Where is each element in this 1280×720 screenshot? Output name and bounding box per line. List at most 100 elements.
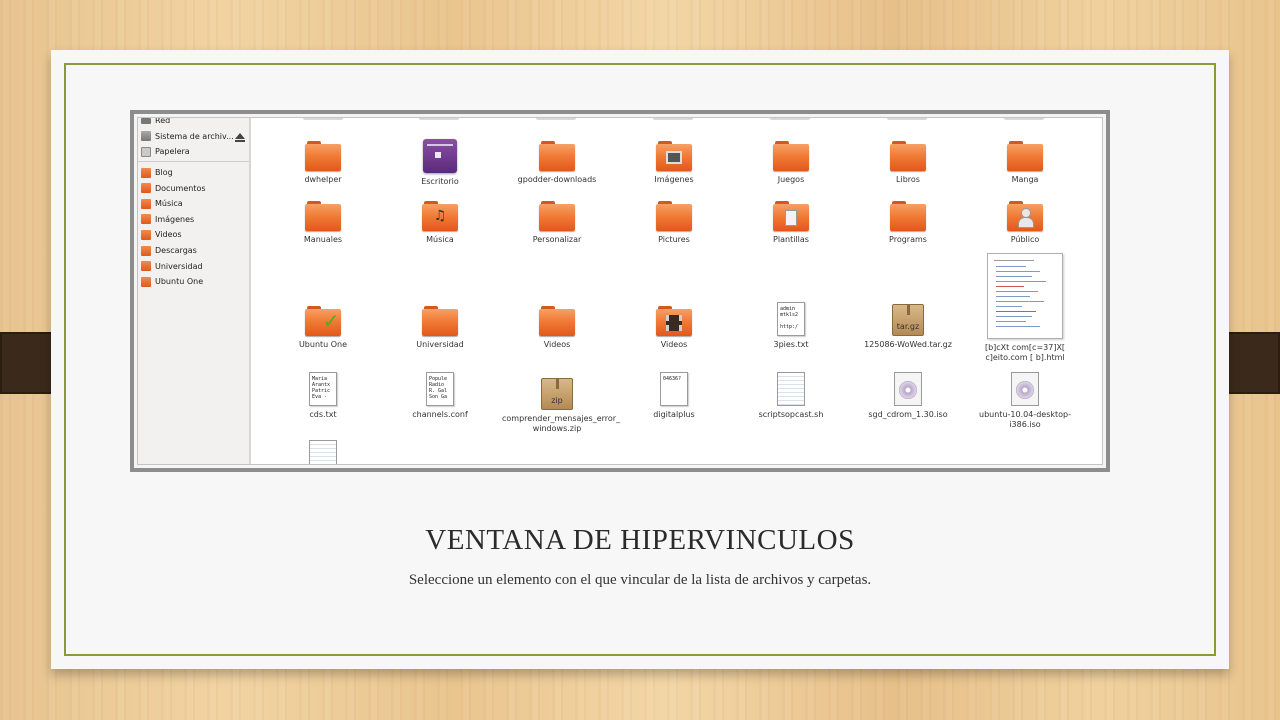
file-item[interactable]: Universidad [385,306,495,350]
file-item[interactable]: Escritorio [385,139,495,187]
folder-icon [656,201,692,231]
text-file-icon: 04636? [660,372,688,406]
file-icon-view: dwhelper Escritorio gpodder-downloads Im… [253,118,1102,464]
file-label: Libros [896,175,920,184]
file-item[interactable]: Maria Arantx Patric Eva - cds.txt [268,372,378,420]
sidebar-item-imagenes[interactable]: Imágenes [138,212,249,228]
sidebar-item-universidad[interactable]: Universidad [138,258,249,274]
text-file-icon: admin mtkls2 http:/ [777,302,805,336]
file-label: Imágenes [654,175,694,184]
file-label: Programs [889,235,927,244]
file-item[interactable]: tar.gz 125086-WoWed.tar.gz [853,304,963,350]
file-item[interactable]: dwhelper [268,141,378,185]
file-label: 125086-WoWed.tar.gz [864,340,952,349]
file-item[interactable]: ✓ Ubuntu One [268,306,378,350]
folder-icon [141,261,151,272]
file-item[interactable]: Videos [619,306,729,350]
file-item[interactable]: zip comprender_mensajes_error_ windows.z… [502,378,620,434]
file-item[interactable]: ubuntu-10.04-desktop-i386.iso [970,372,1080,430]
file-item[interactable] [268,440,378,464]
sidebar-item-documentos[interactable]: Documentos [138,180,249,196]
file-item[interactable]: Popule Radio R. Gal Son Ga channels.conf [385,372,495,420]
file-label: Escritorio [421,177,459,186]
file-item[interactable]: scriptsopcast.sh [736,372,846,420]
sidebar-item-label: Blog [155,168,173,178]
archive-icon: tar.gz [892,304,924,336]
sidebar-divider [138,160,249,162]
file-item[interactable]: Videos [502,306,612,350]
sidebar-item-blog[interactable]: Blog [138,165,249,181]
file-label: Ubuntu One [298,340,348,349]
file-item[interactable]: Personalizar [502,201,612,245]
folder-videos-icon [141,229,151,240]
sidebar-item-red[interactable]: Red [138,117,249,129]
file-item[interactable]: sgd_cdrom_1.30.iso [853,372,963,420]
file-item[interactable]: Plantillas [736,201,846,245]
sidebar-item-label: Videos [155,230,182,240]
file-label: Público [1010,235,1040,244]
folder-templates-icon [773,201,809,231]
sidebar-item-label: Red [155,117,171,126]
slide-title: VENTANA DE HIPERVINCULOS [425,524,855,556]
folder-pictures-icon [656,141,692,171]
eject-icon[interactable] [235,133,245,143]
file-item[interactable]: Público [970,201,1080,245]
file-item[interactable]: 04636? digitalplus [619,372,729,420]
text-file-icon: Popule Radio R. Gal Son Ga [426,372,454,406]
file-label: Plantillas [773,235,809,244]
sidebar-item-label: Sistema de archiv... [155,131,234,141]
archive-icon: zip [541,378,573,410]
folder-icon [305,141,341,171]
folder-public-icon [1007,201,1043,231]
file-label: 3pies.txt [773,340,809,349]
sidebar-item-label: Universidad [155,261,203,271]
file-label: [b]cXt com[c=37]X[ c]eito.com [ b].html [984,343,1066,362]
file-label: Manga [1011,175,1039,184]
text-file-icon: Maria Arantx Patric Eva - [309,372,337,406]
sidebar-item-filesystem[interactable]: Sistema de archiv... [138,129,249,145]
file-label: ubuntu-10.04-desktop-i386.iso [979,410,1071,429]
file-label: dwhelper [304,175,342,184]
html-preview-icon [987,253,1063,339]
file-item[interactable]: Programs [853,201,963,245]
places-sidebar: Red Sistema de archiv... Papelera Blog D… [138,118,251,464]
sidebar-item-descargas[interactable]: Descargas [138,243,249,259]
file-item[interactable]: Juegos [736,141,846,185]
file-item[interactable]: Manga [970,141,1080,185]
folder-icon [141,276,151,287]
sidebar-item-videos[interactable]: Videos [138,227,249,243]
folder-pictures-icon [141,214,151,225]
file-item[interactable]: Imágenes [619,141,729,185]
file-browser-screenshot: Red Sistema de archiv... Papelera Blog D… [130,110,1110,472]
file-item[interactable]: gpodder-downloads [502,141,612,185]
document-icon [309,440,337,464]
folder-icon [1007,141,1043,171]
folder-music-icon [141,198,151,209]
folder-icon [539,306,575,336]
folder-icon [773,141,809,171]
trash-icon [141,146,151,157]
file-label: Juegos [777,175,805,184]
file-label: Manuales [303,235,343,244]
disc-image-icon [894,372,922,406]
file-label: Personalizar [532,235,582,244]
file-label: Universidad [416,340,464,349]
file-item[interactable]: [b]cXt com[c=37]X[ c]eito.com [ b].html [970,253,1080,363]
file-item[interactable]: admin mtkls2 http:/ 3pies.txt [736,302,846,350]
folder-icon [422,306,458,336]
sidebar-item-papelera[interactable]: Papelera [138,144,249,160]
file-label: scriptsopcast.sh [758,410,824,419]
file-item[interactable]: Pictures [619,201,729,245]
sidebar-item-ubuntu-one[interactable]: Ubuntu One [138,274,249,290]
folder-icon [305,201,341,231]
file-item[interactable]: ♫ Música [385,201,495,245]
sidebar-item-musica[interactable]: Música [138,196,249,212]
folder-icon [141,167,151,178]
sidebar-item-label: Papelera [155,147,190,157]
file-item[interactable]: Manuales [268,201,378,245]
network-icon [141,118,151,124]
folder-icon [890,141,926,171]
folder-music-icon: ♫ [422,201,458,231]
file-item[interactable]: Libros [853,141,963,185]
folder-icon [890,201,926,231]
